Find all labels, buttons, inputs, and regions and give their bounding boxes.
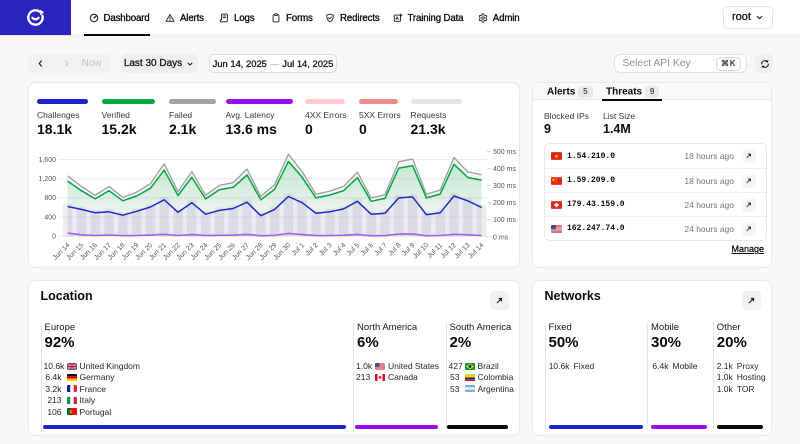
svg-text:100 ms: 100 ms bbox=[493, 217, 516, 224]
svg-text:400 ms: 400 ms bbox=[493, 166, 516, 173]
svg-text:Jul 4: Jul 4 bbox=[332, 242, 347, 257]
svg-text:Jul 14: Jul 14 bbox=[467, 242, 485, 260]
svg-text:Jul 5: Jul 5 bbox=[346, 242, 361, 257]
svg-text:0: 0 bbox=[52, 234, 56, 241]
svg-text:Jul 2: Jul 2 bbox=[305, 242, 320, 257]
svg-text:0 ms: 0 ms bbox=[493, 234, 509, 241]
svg-text:800: 800 bbox=[44, 195, 56, 202]
svg-text:1,200: 1,200 bbox=[38, 176, 56, 183]
svg-text:Jul 7: Jul 7 bbox=[374, 242, 389, 257]
svg-text:400: 400 bbox=[44, 214, 56, 221]
svg-text:Jul 8: Jul 8 bbox=[387, 242, 402, 257]
svg-text:1,600: 1,600 bbox=[38, 157, 56, 164]
svg-text:Jul 6: Jul 6 bbox=[360, 242, 375, 257]
svg-text:500 ms: 500 ms bbox=[493, 149, 516, 156]
svg-text:200 ms: 200 ms bbox=[493, 200, 516, 207]
svg-text:300 ms: 300 ms bbox=[493, 183, 516, 190]
svg-text:Jul 1: Jul 1 bbox=[291, 242, 306, 257]
svg-text:Jul 3: Jul 3 bbox=[318, 242, 333, 257]
